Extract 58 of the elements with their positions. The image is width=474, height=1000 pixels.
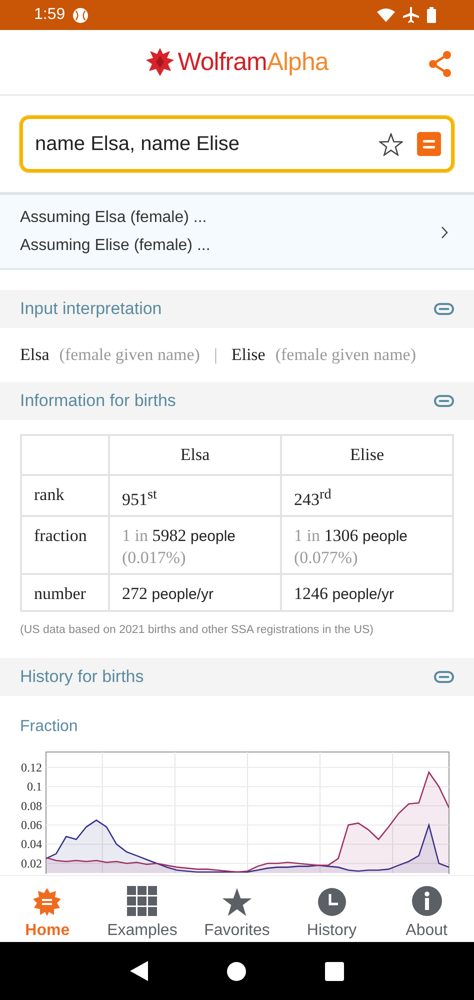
equals-button[interactable] bbox=[417, 132, 441, 156]
column-header: Elsa bbox=[109, 435, 281, 475]
star-icon bbox=[222, 888, 252, 916]
row-label: fraction bbox=[21, 516, 109, 574]
nav-tab[interactable]: Examples bbox=[94, 876, 190, 942]
clock-icon bbox=[318, 888, 346, 916]
pod-title: Input interpretation bbox=[20, 299, 162, 319]
nav-tab[interactable]: About bbox=[379, 876, 474, 942]
y-tick-label: 0.06 bbox=[21, 818, 42, 832]
link-icon[interactable] bbox=[434, 670, 454, 683]
row-label: number bbox=[21, 574, 109, 611]
grid-icon bbox=[127, 886, 158, 916]
assumption-panel[interactable]: Assuming Elsa (female) ... Assuming Elise (female) ... bbox=[0, 195, 474, 270]
y-tick-label: 0.08 bbox=[21, 798, 42, 812]
star-outline-icon[interactable] bbox=[379, 132, 403, 156]
name-text: Elsa bbox=[20, 345, 50, 365]
footnote: (US data based on 2021 births and other SSA registrations in the US) bbox=[19, 622, 375, 636]
pod-title: History for births bbox=[20, 666, 144, 687]
app-logo: WolframAlpha bbox=[146, 48, 328, 76]
assumption-text: Assuming Elise (female) ... bbox=[20, 237, 212, 255]
table-cell: 1246 people/yr bbox=[281, 574, 453, 611]
name-note: (female given name) bbox=[59, 345, 200, 365]
y-tick-label: 0.02 bbox=[21, 856, 42, 870]
search-bar[interactable]: name Elsa, name Elise bbox=[20, 116, 454, 172]
table-cell: 1 in 5982 people (0.017%) bbox=[109, 516, 281, 574]
equals-icon bbox=[423, 140, 435, 148]
recents-icon[interactable] bbox=[325, 962, 344, 980]
separator: | bbox=[214, 345, 218, 365]
wifi-icon bbox=[377, 8, 395, 22]
chart-title: Fraction bbox=[19, 716, 79, 736]
chevron-right-icon bbox=[441, 226, 448, 238]
y-tick-label: 0.12 bbox=[21, 760, 42, 774]
link-icon[interactable] bbox=[434, 395, 454, 407]
back-icon[interactable] bbox=[130, 961, 148, 981]
clock-time: 1:59 bbox=[34, 6, 66, 24]
column-header: Elise bbox=[281, 435, 453, 475]
info-icon bbox=[412, 886, 442, 916]
share-icon[interactable] bbox=[428, 51, 452, 77]
assumption-text: Assuming Elsa (female) ... bbox=[20, 209, 208, 227]
home-icon bbox=[33, 888, 62, 916]
y-tick-label: 0.1 bbox=[27, 779, 42, 794]
nav-tab[interactable]: Favorites bbox=[190, 876, 284, 942]
home-circle-icon[interactable] bbox=[226, 962, 246, 980]
link-icon[interactable] bbox=[434, 303, 454, 315]
search-field[interactable]: name Elsa, name Elise bbox=[33, 132, 365, 156]
battery-icon bbox=[427, 7, 436, 23]
y-tick-label: 0.04 bbox=[21, 836, 42, 851]
name-text: Elise bbox=[231, 345, 266, 365]
ball-icon bbox=[73, 8, 88, 22]
row-label: rank bbox=[21, 475, 109, 516]
name-note: (female given name) bbox=[275, 345, 416, 365]
table-cell: 1 in 1306 people (0.077%) bbox=[281, 516, 453, 574]
airplane-icon bbox=[403, 7, 419, 23]
table-cell: 243$^{rd}$ bbox=[281, 475, 453, 516]
nav-tab[interactable]: History bbox=[284, 876, 380, 942]
table-cell: 272 people/yr bbox=[109, 574, 281, 611]
pod-title: Information for births bbox=[20, 391, 176, 411]
table-cell: 951$^{st}$ bbox=[109, 475, 281, 516]
